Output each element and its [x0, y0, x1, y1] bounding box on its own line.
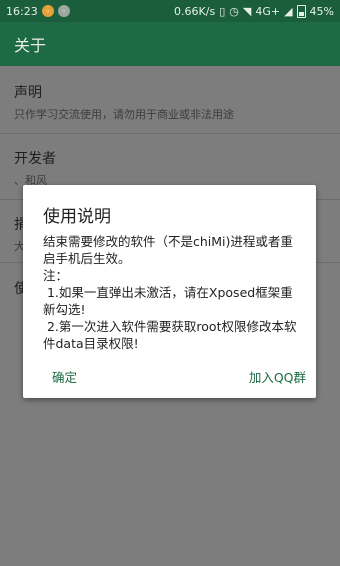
pref-statement[interactable]: 声明 只作学习交流使用，请勿用于商业或非法用途: [0, 82, 340, 122]
status-left: 16:23 ◦ ◦: [6, 5, 70, 18]
confirm-button[interactable]: 确定: [52, 367, 77, 386]
pref-developer[interactable]: 开发者 、和风: [0, 148, 340, 188]
battery-level: 45%: [309, 4, 334, 18]
clock: 16:23: [6, 4, 38, 18]
pref-title: 开发者: [14, 151, 56, 167]
join-qq-group-button[interactable]: 加入QQ群: [249, 367, 306, 386]
usage-dialog: 使用说明 结束需要修改的软件（不是chiMi)进程或者重启手机后生效。 注： 1…: [23, 185, 316, 398]
battery-icon: [296, 4, 306, 18]
wifi-icon: ◥: [242, 4, 252, 18]
status-right: 0.66K/s ▯ ◷ ◥ 4G+ ◢ 45%: [174, 4, 334, 18]
divider: [0, 133, 340, 134]
page-title: 关于: [14, 36, 47, 55]
pref-summary: 只作学习交流使用，请勿用于商业或非法用途: [14, 108, 234, 121]
notification-icon: ◦: [57, 5, 70, 17]
status-bar: 16:23 ◦ ◦ 0.66K/s ▯ ◷ ◥ 4G+ ◢ 45%: [0, 0, 340, 22]
app-toolbar: 关于: [0, 22, 340, 66]
dialog-message: 结束需要修改的软件（不是chiMi)进程或者重启手机后生效。 注： 1.如果一直…: [43, 234, 297, 351]
network-type: 4G+: [255, 4, 281, 18]
vibrate-icon: ▯: [219, 4, 226, 18]
dialog-title: 使用说明: [43, 207, 111, 227]
alarm-icon: ◷: [229, 4, 239, 18]
signal-icon: ◢: [284, 4, 293, 18]
pref-title: 声明: [14, 85, 42, 101]
network-speed: 0.66K/s: [174, 4, 216, 18]
app-notification-icon: ◦: [41, 5, 54, 17]
